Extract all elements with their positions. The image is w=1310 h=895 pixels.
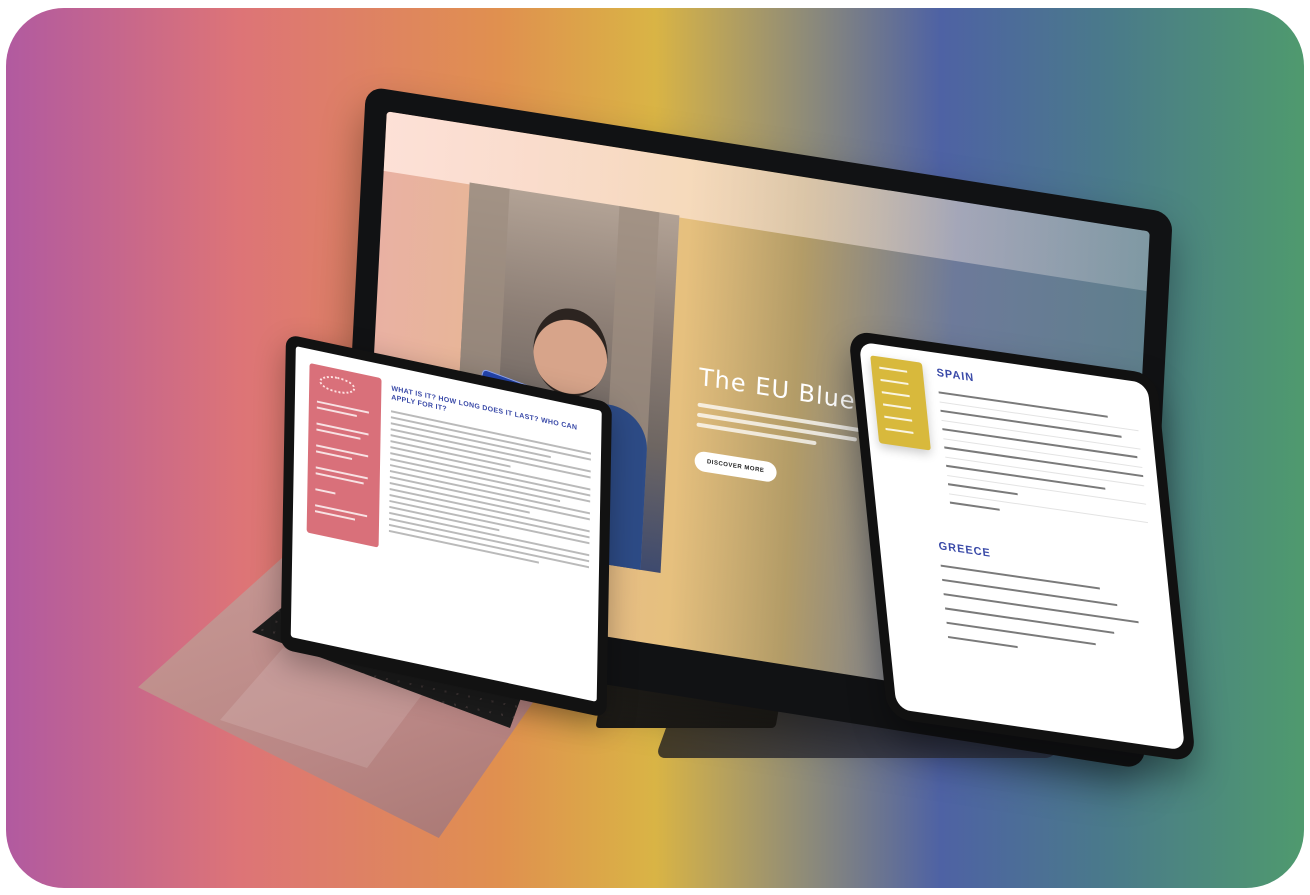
eu-stars-logo-icon (319, 373, 356, 397)
gradient-background-card: The EU Blue Ca DISCOVER MORE WHAT IS IT?… (6, 8, 1304, 888)
faq-item[interactable] (949, 501, 1000, 511)
faq-item[interactable] (947, 636, 1018, 649)
section-heading-spain: SPAIN (936, 366, 975, 385)
tablet-screen: SPAIN GREECE (858, 341, 1186, 751)
laptop-screen: WHAT IS IT? HOW LONG DOES IT LAST? WHO C… (290, 346, 602, 702)
tablet-menu[interactable] (870, 355, 931, 451)
faq-item[interactable] (947, 483, 1018, 496)
faq-item[interactable] (942, 578, 1118, 607)
discover-more-button[interactable]: DISCOVER MORE (694, 450, 778, 484)
person-head (531, 303, 610, 403)
faq-item[interactable] (940, 564, 1100, 590)
laptop-sidebar (306, 362, 382, 548)
faq-item[interactable] (945, 607, 1115, 634)
section-heading-greece: GREECE (938, 540, 992, 560)
tablet: SPAIN GREECE (848, 330, 1197, 763)
faq-item[interactable] (943, 593, 1139, 624)
